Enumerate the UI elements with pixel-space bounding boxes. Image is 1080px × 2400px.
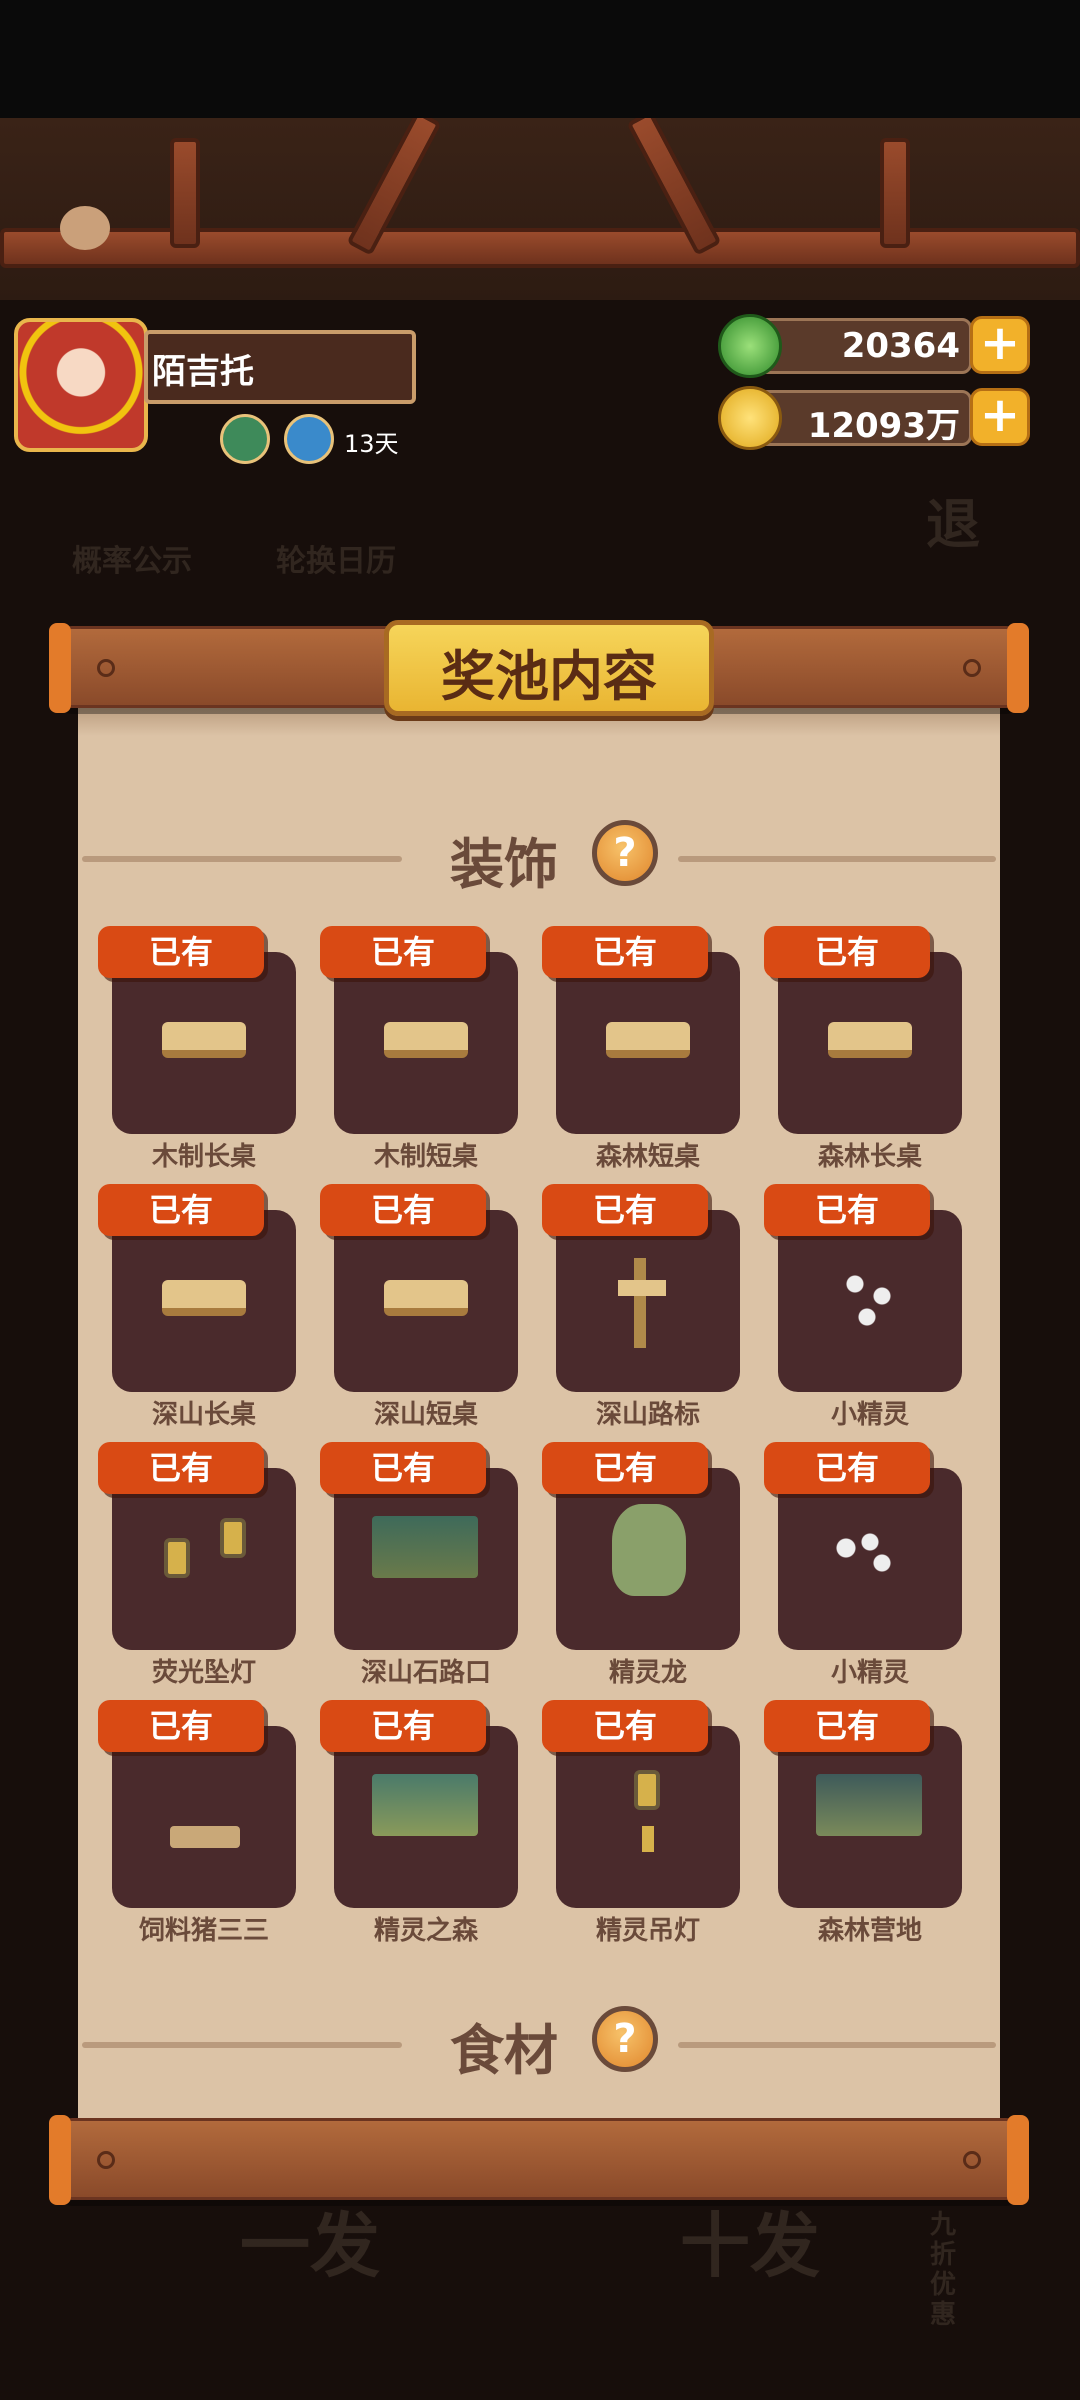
section-title-ingredients: 食材 bbox=[450, 2019, 558, 2082]
decor-help-button[interactable]: ? bbox=[592, 820, 658, 886]
player-avatar[interactable] bbox=[14, 318, 148, 452]
owned-badge: 已有 bbox=[98, 926, 264, 978]
status-bar-area bbox=[0, 0, 1080, 118]
item-name: 木制短桌 bbox=[373, 1142, 478, 1172]
roof-beams bbox=[0, 118, 1080, 300]
item-name: 森林短桌 bbox=[595, 1142, 700, 1172]
item-card[interactable] bbox=[112, 952, 296, 1134]
section-divider-right bbox=[678, 856, 996, 862]
item-name: 精灵吊灯 bbox=[595, 1916, 700, 1946]
item-card[interactable] bbox=[334, 1210, 518, 1392]
owned-badge: 已有 bbox=[542, 1442, 708, 1494]
owned-badge: 已有 bbox=[98, 1700, 264, 1752]
owned-badge: 已有 bbox=[320, 1700, 486, 1752]
scroll-bottom-rod bbox=[49, 2115, 1029, 2205]
owned-badge: 已有 bbox=[764, 1442, 930, 1494]
item-card[interactable] bbox=[556, 952, 740, 1134]
jade-value: 20364 bbox=[841, 326, 960, 366]
player-name: 陌吉托 bbox=[152, 352, 254, 392]
vip-badge-icon[interactable] bbox=[284, 414, 334, 464]
item-name: 森林营地 bbox=[817, 1916, 922, 1946]
section-divider-left bbox=[82, 856, 402, 862]
item-name: 深山石路口 bbox=[360, 1658, 491, 1688]
chef-badge-icon[interactable] bbox=[220, 414, 270, 464]
item-name: 深山长桌 bbox=[151, 1400, 256, 1430]
coin-value: 12093万 bbox=[807, 406, 960, 446]
item-card[interactable] bbox=[778, 1468, 962, 1650]
owned-badge: 已有 bbox=[320, 926, 486, 978]
item-name: 饲料猪三三 bbox=[138, 1916, 269, 1946]
days-label: 13天 bbox=[344, 430, 399, 458]
item-name: 小精灵 bbox=[830, 1400, 909, 1430]
owned-badge: 已有 bbox=[764, 1700, 930, 1752]
owned-badge: 已有 bbox=[542, 926, 708, 978]
owned-badge: 已有 bbox=[320, 1442, 486, 1494]
item-card[interactable] bbox=[112, 1726, 296, 1908]
section-title-decor: 装饰 bbox=[450, 833, 558, 896]
item-card[interactable] bbox=[334, 1468, 518, 1650]
item-card[interactable] bbox=[334, 1726, 518, 1908]
item-name: 荧光坠灯 bbox=[151, 1658, 256, 1688]
owned-badge: 已有 bbox=[98, 1184, 264, 1236]
item-card[interactable] bbox=[556, 1210, 740, 1392]
item-card[interactable] bbox=[778, 1726, 962, 1908]
item-name: 森林长桌 bbox=[817, 1142, 922, 1172]
owned-badge: 已有 bbox=[764, 926, 930, 978]
item-name: 深山路标 bbox=[595, 1400, 700, 1430]
owned-badge: 已有 bbox=[542, 1184, 708, 1236]
add-coin-button[interactable]: + bbox=[970, 388, 1030, 446]
section-divider-left bbox=[82, 2042, 402, 2048]
item-card[interactable] bbox=[778, 1210, 962, 1392]
item-card[interactable] bbox=[112, 1210, 296, 1392]
item-card[interactable] bbox=[556, 1468, 740, 1650]
owned-badge: 已有 bbox=[98, 1442, 264, 1494]
owned-badge: 已有 bbox=[320, 1184, 486, 1236]
item-card[interactable] bbox=[556, 1726, 740, 1908]
ingredients-help-button[interactable]: ? bbox=[592, 2006, 658, 2072]
panel-title: 奖池内容 bbox=[441, 645, 657, 708]
item-name: 深山短桌 bbox=[373, 1400, 478, 1430]
item-name: 精灵龙 bbox=[608, 1658, 687, 1688]
owned-badge: 已有 bbox=[764, 1184, 930, 1236]
add-jade-button[interactable]: + bbox=[970, 316, 1030, 374]
item-card[interactable] bbox=[334, 952, 518, 1134]
item-name: 小精灵 bbox=[830, 1658, 909, 1688]
item-card[interactable] bbox=[778, 952, 962, 1134]
item-name: 精灵之森 bbox=[373, 1916, 478, 1946]
item-card[interactable] bbox=[112, 1468, 296, 1650]
owned-badge: 已有 bbox=[542, 1700, 708, 1752]
item-name: 木制长桌 bbox=[151, 1142, 256, 1172]
section-divider-right bbox=[678, 2042, 996, 2048]
